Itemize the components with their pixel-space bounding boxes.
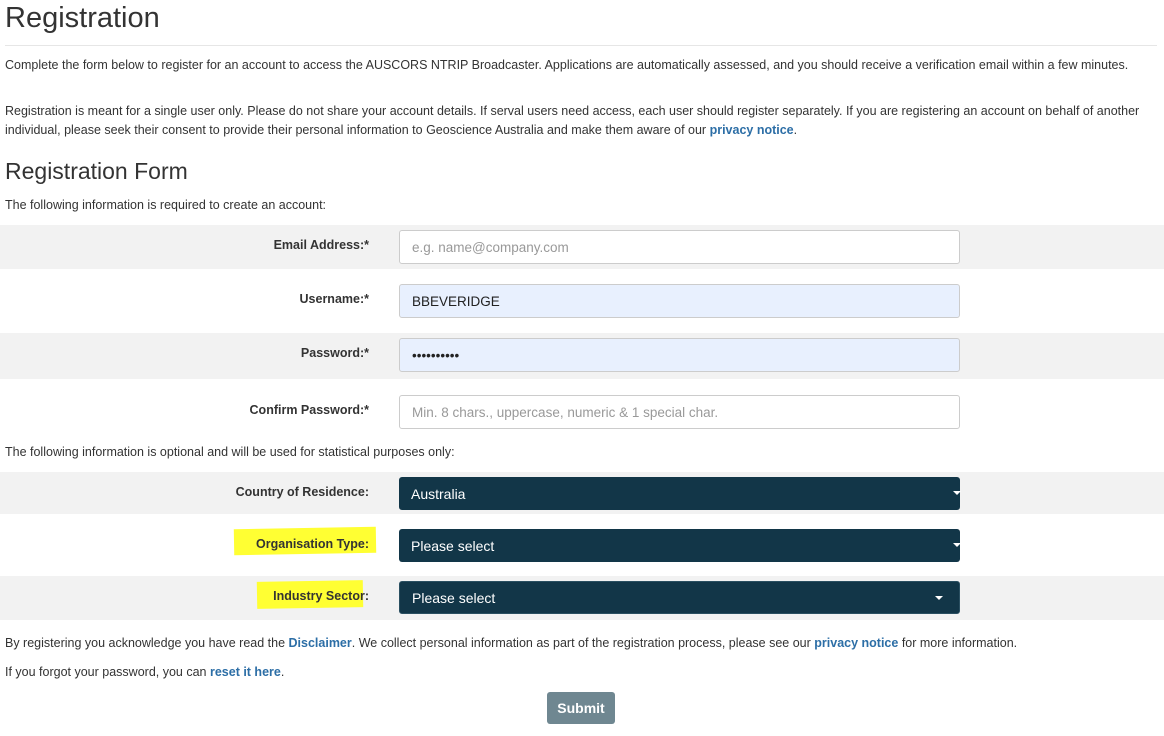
country-label: Country of Residence: [235, 485, 369, 499]
chevron-down-icon [935, 596, 943, 600]
email-field[interactable] [399, 230, 960, 264]
password-field[interactable] [399, 338, 960, 372]
consent-text-end: . [793, 123, 798, 137]
page-title: Registration [5, 2, 160, 34]
username-label: Username:* [299, 292, 369, 306]
consent-paragraph: Registration is meant for a single user … [5, 102, 1155, 140]
intro-paragraph: Complete the form below to register for … [5, 58, 1129, 72]
ack-text-end: for more information. [898, 636, 1018, 650]
chevron-down-icon [953, 491, 961, 495]
privacy-notice-link-footer[interactable]: privacy notice [814, 636, 898, 650]
industry-sector-selected-value: Please select [412, 589, 496, 606]
country-select[interactable]: Australia [399, 477, 961, 510]
ack-text-mid: . We collect personal information as par… [351, 636, 815, 650]
reset-password-link[interactable]: reset it here [210, 665, 281, 679]
country-selected-value: Australia [411, 485, 466, 502]
chevron-down-icon [953, 543, 961, 547]
confirm-password-label: Confirm Password:* [249, 403, 369, 417]
disclaimer-link[interactable]: Disclaimer [289, 636, 352, 650]
submit-button[interactable]: Submit [547, 692, 615, 724]
privacy-notice-link[interactable]: privacy notice [710, 123, 794, 137]
organisation-type-label: Organisation Type: [256, 537, 369, 551]
ack-text: By registering you acknowledge you have … [5, 636, 289, 650]
organisation-type-selected-value: Please select [411, 537, 495, 554]
organisation-type-select[interactable]: Please select [399, 529, 961, 562]
title-divider [5, 45, 1157, 46]
consent-text: Registration is meant for a single user … [5, 104, 1140, 137]
industry-sector-select[interactable]: Please select [399, 581, 960, 614]
form-heading: Registration Form [5, 158, 188, 184]
forgot-password-paragraph: If you forgot your password, you can res… [5, 663, 284, 682]
username-field[interactable] [399, 284, 960, 318]
email-label: Email Address:* [273, 238, 369, 252]
required-note: The following information is required to… [5, 198, 327, 212]
password-label: Password:* [300, 346, 369, 360]
optional-note: The following information is optional an… [5, 445, 455, 459]
industry-sector-label: Industry Sector: [273, 589, 369, 603]
acknowledgement-paragraph: By registering you acknowledge you have … [5, 634, 1155, 653]
forgot-text-end: . [280, 665, 285, 679]
confirm-password-field[interactable] [399, 395, 960, 429]
forgot-text: If you forgot your password, you can [5, 665, 210, 679]
